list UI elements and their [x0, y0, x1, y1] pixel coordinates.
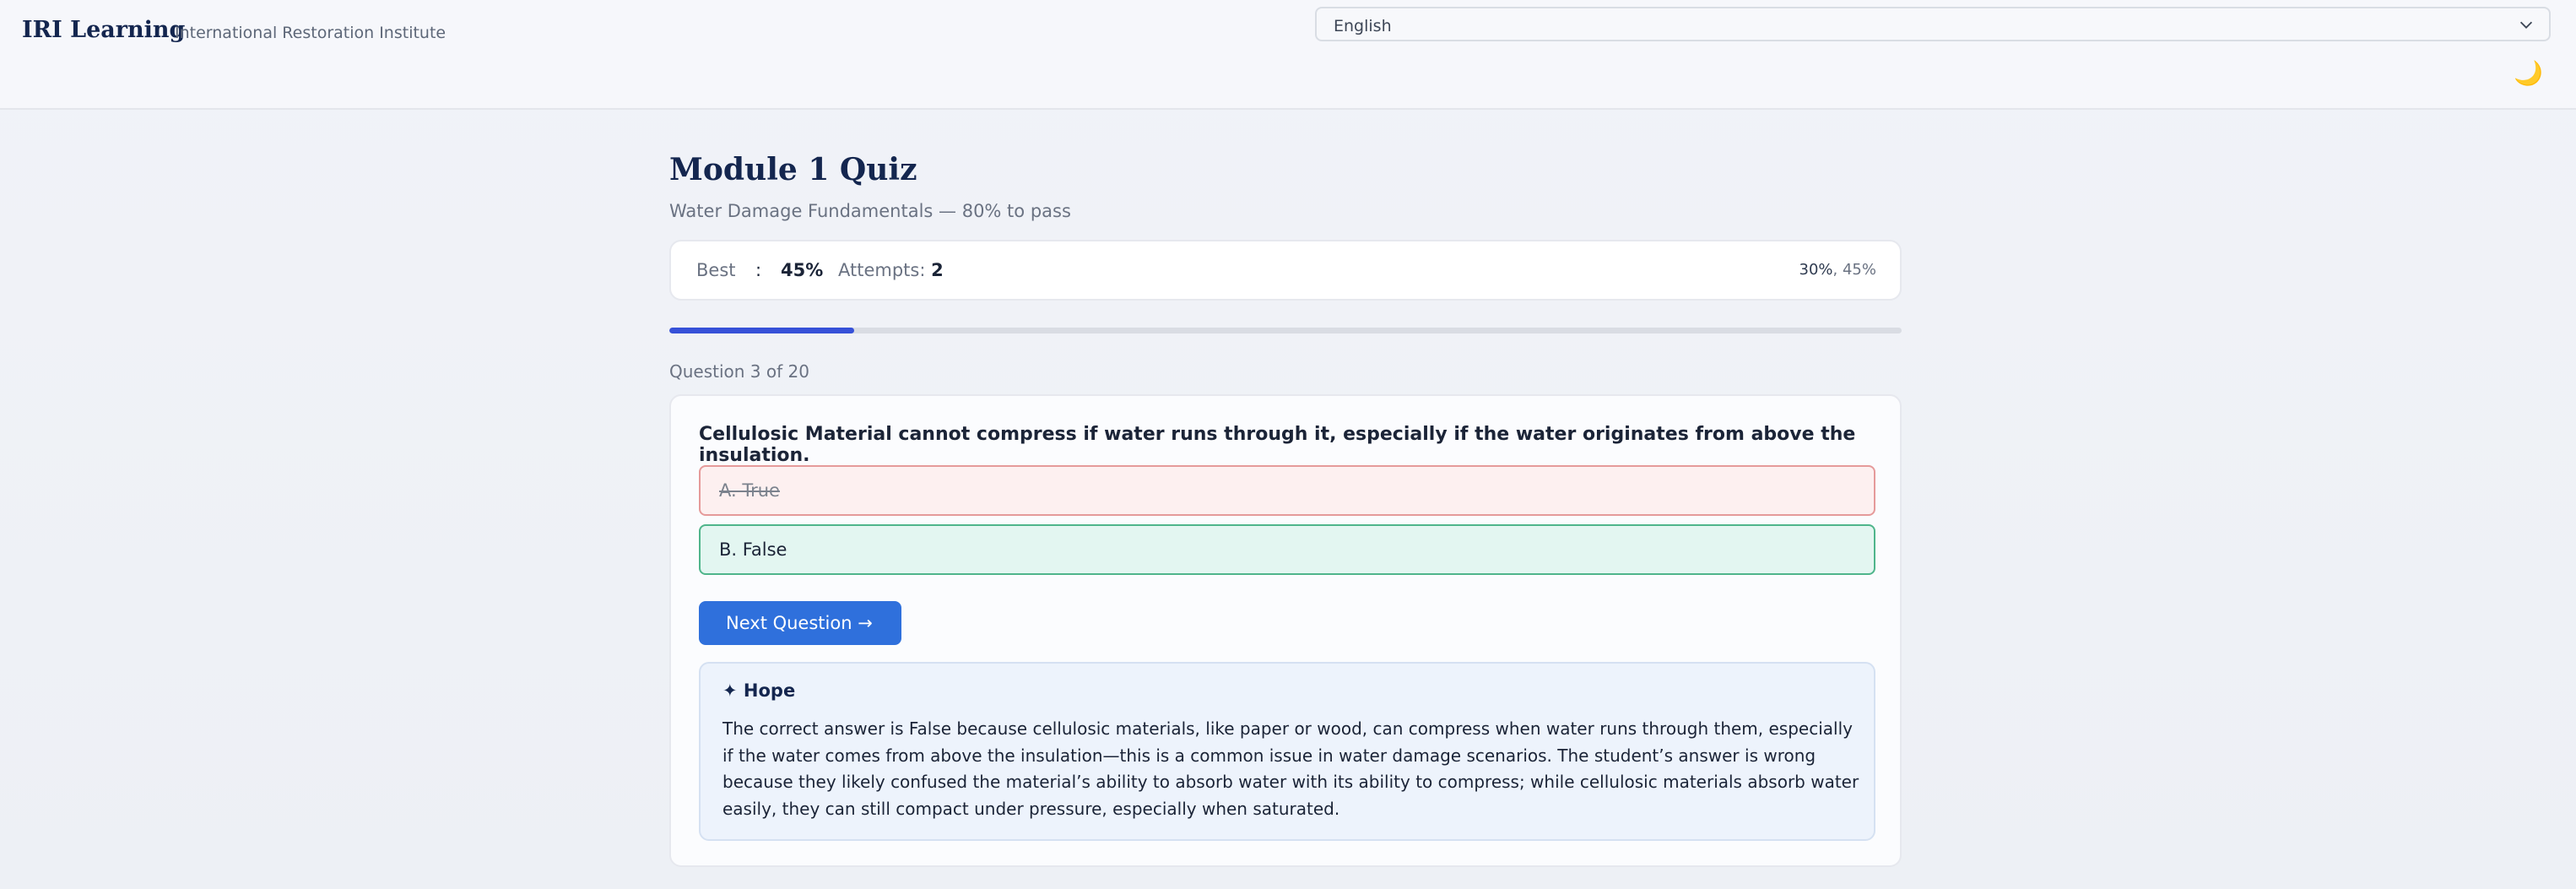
attempt-history: 30%, 45% — [1799, 261, 1877, 279]
option-b-correct[interactable]: B. False — [699, 524, 1875, 575]
brand-logo[interactable]: IRI Learning — [22, 17, 185, 43]
feedback-title: ✦ Hope — [722, 680, 796, 701]
question-counter: Question 3 of 20 — [669, 361, 809, 382]
option-a-incorrect[interactable]: A. True — [699, 465, 1875, 516]
language-select-value: English — [1334, 17, 1392, 35]
progress-bar-fill — [669, 328, 854, 333]
attempts-label: Attempts: — [838, 260, 926, 280]
stats-bar: Best : 45% Attempts: 2 30%, 45% — [669, 240, 1902, 301]
page-title: Module 1 Quiz — [669, 152, 917, 187]
top-bar: IRI Learning International Restoration I… — [0, 0, 2576, 110]
moon-icon[interactable]: 🌙 — [2514, 59, 2543, 87]
feedback-panel: ✦ Hope The correct answer is False becau… — [699, 662, 1875, 841]
option-b-label: B. False — [719, 539, 787, 560]
brand-subtitle: International Restoration Institute — [175, 24, 446, 42]
attempt-history-separator: , — [1832, 261, 1838, 279]
progress-bar — [669, 328, 1902, 333]
question-card: Cellulosic Material cannot compress if w… — [669, 394, 1902, 867]
best-score-colon: : — [755, 260, 762, 280]
page-subtitle: Water Damage Fundamentals — 80% to pass — [669, 201, 1071, 221]
feedback-body: The correct answer is False because cell… — [722, 718, 1859, 819]
language-select[interactable]: English — [1315, 7, 2551, 41]
attempts-count: Attempts: 2 — [838, 260, 944, 280]
option-a-label: A. True — [719, 480, 780, 501]
attempt-history-item: 30% — [1799, 261, 1833, 279]
best-score-label: Best — [696, 260, 736, 280]
attempt-history-item: 45% — [1842, 261, 1876, 279]
next-question-button[interactable]: Next Question → — [699, 601, 901, 645]
attempts-value: 2 — [931, 260, 944, 280]
best-score-value: 45% — [781, 260, 824, 280]
chevron-down-icon — [2519, 21, 2533, 29]
question-text: Cellulosic Material cannot compress if w… — [699, 424, 1856, 466]
